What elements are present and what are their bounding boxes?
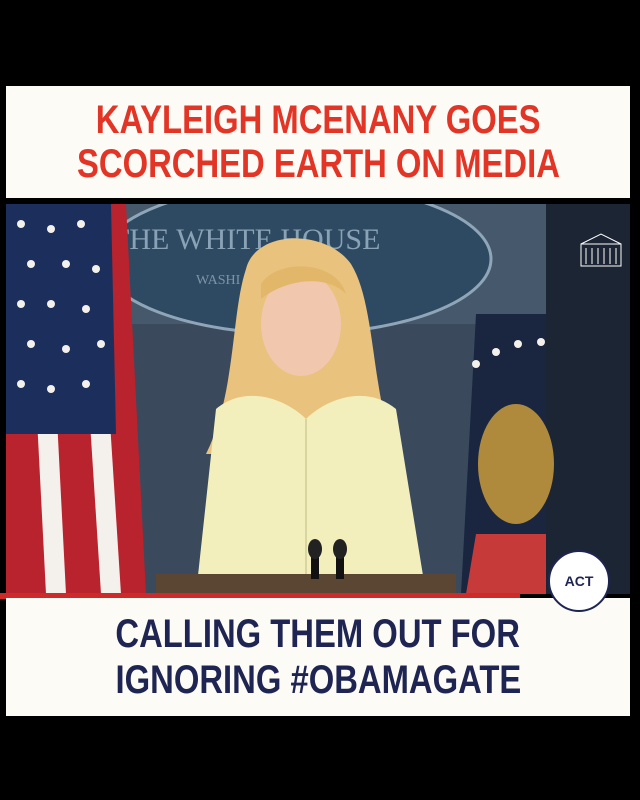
caption-line-2: IGNORING #OBAMAGATE xyxy=(115,658,521,702)
caption-line-1: CALLING THEM OUT FOR xyxy=(115,612,521,656)
headline-line-1: KAYLEIGH MCENANY GOES xyxy=(95,98,541,142)
caption-banner: CALLING THEM OUT FOR IGNORING #OBAMAGATE xyxy=(6,598,630,716)
american-flag-icon xyxy=(6,204,146,594)
headline-line-2: SCORCHED EARTH ON MEDIA xyxy=(76,142,560,186)
podium xyxy=(156,574,456,594)
headline-banner: KAYLEIGH MCENANY GOES SCORCHED EARTH ON … xyxy=(6,86,630,198)
act-logo-badge: ACT xyxy=(548,550,610,612)
act-logo-label: ACT xyxy=(564,573,594,589)
presidential-flag-icon xyxy=(461,314,554,594)
backdrop-text: THE WHITE HOUSE xyxy=(111,223,380,256)
press-briefing-scene: THE WHITE HOUSE WASHI xyxy=(6,204,630,594)
backdrop-subtext: WASHI xyxy=(196,273,241,288)
video-frame: KAYLEIGH MCENANY GOES SCORCHED EARTH ON … xyxy=(0,0,640,800)
